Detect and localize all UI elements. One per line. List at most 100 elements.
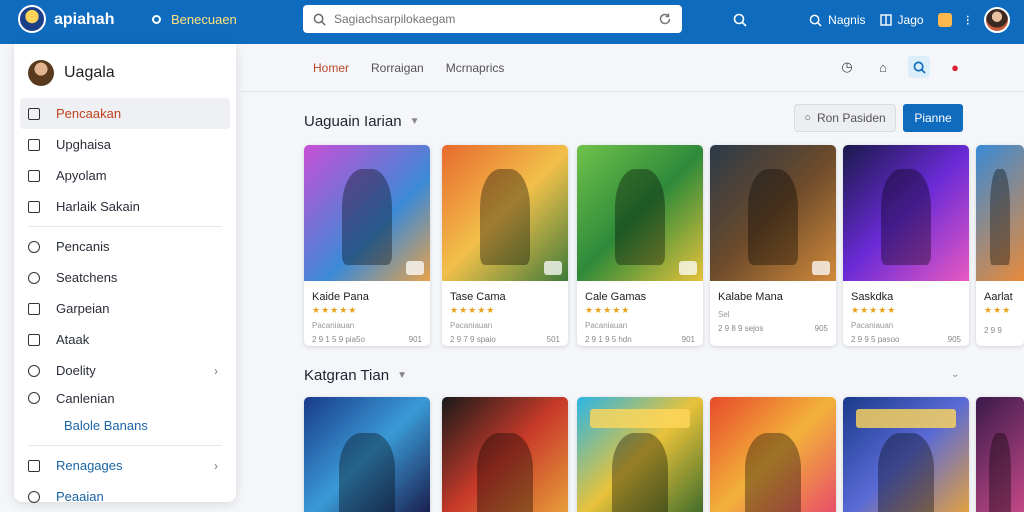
filter-button-label: Ron Pasiden xyxy=(816,111,886,125)
help-icon xyxy=(28,490,40,503)
game-card-cover[interactable] xyxy=(976,397,1024,512)
folder-icon xyxy=(28,138,40,151)
top-nav-link[interactable]: Benecuaen xyxy=(152,12,237,27)
sidebar-item-8[interactable]: Doelity › xyxy=(14,355,236,386)
sidebar-item-label: Harlaik Sakain xyxy=(56,199,140,214)
profile-icon[interactable]: ● xyxy=(944,56,966,78)
tab-home[interactable]: Homer xyxy=(313,61,349,75)
sidebar-item-1[interactable]: Upghaisa xyxy=(14,129,236,160)
sidebar-item-6[interactable]: Garpeian xyxy=(14,293,236,324)
sidebar-item-label: Garpeian xyxy=(56,301,110,316)
top-item-nagnis[interactable]: Nagnis xyxy=(809,13,866,27)
section-title-2[interactable]: Katgran Tian ▼ xyxy=(304,367,407,384)
sidebar-item-0[interactable]: Pencaakan xyxy=(20,98,230,129)
tab-third[interactable]: Mcrnaprics xyxy=(446,61,505,75)
platform-icon xyxy=(812,261,830,275)
chevron-right-icon: › xyxy=(214,458,218,473)
game-count: 905 xyxy=(814,324,828,333)
sidebar-item-7[interactable]: Ataak xyxy=(14,324,236,355)
game-stats: 2 9 9 xyxy=(984,326,1002,335)
game-card[interactable]: Tase Cama ★★★★★ Pacaniauan 2 9 7 9 spaio… xyxy=(442,145,568,346)
top-icons: Nagnis Jago ⁝ xyxy=(733,6,1010,34)
sidebar-item-2[interactable]: Apyolam xyxy=(14,160,236,191)
filter-button[interactable]: ○ Ron Pasiden xyxy=(794,104,896,132)
game-meta: Pacaniauan xyxy=(312,321,355,330)
primary-button[interactable]: Pianne xyxy=(903,104,963,132)
notification-icon[interactable] xyxy=(937,13,952,27)
sidebar-header: Uagala xyxy=(14,44,236,98)
game-card-cover[interactable] xyxy=(577,397,703,512)
section-title-text: Uaguain Iarian xyxy=(304,113,402,130)
game-stats: 2 9 8 9 sejos xyxy=(718,324,764,333)
game-card[interactable]: Kaide Pana ★★★★★ Pacaniauan 2 9 1 5 9 pi… xyxy=(304,145,430,346)
game-title: Cale Gamas xyxy=(585,291,647,303)
game-meta: Pacaniauan xyxy=(585,321,628,330)
sidebar-item-11[interactable]: Renagages › xyxy=(14,450,236,481)
more-icon[interactable]: ⁝ xyxy=(966,12,970,29)
sidebar-item-label: Renagages xyxy=(56,458,123,473)
platform-icon xyxy=(406,261,424,275)
top-bar: apiahah Benecuaen Nagnis Jago ⁝ xyxy=(0,0,1024,44)
sidebar-item-4[interactable]: Pencanis xyxy=(14,231,236,262)
sidebar-item-label: Canlenian xyxy=(56,390,115,406)
game-cover-image xyxy=(976,145,1024,281)
top-item-label: Jago xyxy=(897,13,924,27)
tab-second[interactable]: Rorraigan xyxy=(371,61,424,75)
game-count: 901 xyxy=(408,335,422,344)
sidebar-divider xyxy=(28,226,222,227)
sidebar-item-9[interactable]: Canlenian xyxy=(14,386,236,410)
app-logo[interactable] xyxy=(18,5,46,33)
game-stats: 2 9 1 5 9 pia5o xyxy=(312,335,365,344)
location-icon xyxy=(28,271,40,284)
sidebar-item-5[interactable]: Seatchens xyxy=(14,262,236,293)
rating-stars: ★★★ xyxy=(984,305,1012,315)
game-card-cover[interactable] xyxy=(710,397,836,512)
search-icon[interactable] xyxy=(908,56,930,78)
tag-icon xyxy=(28,302,40,315)
sidebar-item-label: Upghaisa xyxy=(56,137,111,152)
section-title-1[interactable]: Uaguain Iarian ▼ xyxy=(304,113,419,130)
user-avatar[interactable] xyxy=(984,7,1010,33)
chevron-right-icon: › xyxy=(214,363,218,378)
sidebar-item-label: Apyolam xyxy=(56,168,107,183)
sidebar-item-10[interactable]: Balole Banans xyxy=(14,410,236,441)
game-card[interactable]: Saskdka ★★★★★ Pacaniauan 2 9 9 5 pasoo 90… xyxy=(843,145,969,346)
search-input[interactable] xyxy=(334,12,650,26)
rating-stars: ★★★★★ xyxy=(851,305,897,315)
game-title: Kaide Pana xyxy=(312,291,369,303)
clock-icon[interactable]: ◷ xyxy=(836,56,858,78)
sidebar-item-3[interactable]: Harlaik Sakain xyxy=(14,191,236,222)
game-card[interactable]: Kalabe Mana Sel 2 9 8 9 sejos 905 xyxy=(710,145,836,346)
game-card[interactable]: Cale Gamas ★★★★★ Pacaniauan 2 9 1 9 5 hd… xyxy=(577,145,703,346)
window-icon xyxy=(879,14,892,26)
sidebar-item-label: Peaaian xyxy=(56,489,104,504)
header-divider xyxy=(236,91,1024,92)
search-icon xyxy=(809,14,822,27)
refresh-icon[interactable] xyxy=(658,12,672,26)
circle-icon xyxy=(152,15,161,24)
avatar[interactable] xyxy=(28,60,54,86)
chevron-down-icon: ▼ xyxy=(409,116,420,127)
search-icon[interactable] xyxy=(733,13,747,27)
game-cover-image xyxy=(710,145,836,281)
game-card[interactable]: Aarlat ★★★ 2 9 9 xyxy=(976,145,1024,346)
sidebar-item-label: Pencaakan xyxy=(56,106,122,121)
main-tabs: Homer Rorraigan Mcrnaprics xyxy=(313,61,504,75)
game-card-cover[interactable] xyxy=(304,397,430,512)
home-icon xyxy=(28,107,40,120)
game-cover-image xyxy=(577,145,703,281)
chevron-down-icon[interactable]: ⌄ xyxy=(951,369,959,380)
link-icon xyxy=(28,392,40,404)
bell-icon[interactable]: ⌂ xyxy=(872,56,894,78)
game-card-cover[interactable] xyxy=(843,397,969,512)
game-title: Kalabe Mana xyxy=(718,291,783,303)
game-title: Saskdka xyxy=(851,291,894,303)
game-stats: 2 9 9 5 pasoo xyxy=(851,335,900,344)
list-icon xyxy=(28,333,40,346)
game-card-cover[interactable] xyxy=(442,397,568,512)
game-count: 901 xyxy=(681,335,695,344)
sidebar-item-12[interactable]: Peaaian xyxy=(14,481,236,512)
top-item-jago[interactable]: Jago xyxy=(879,13,924,27)
search-bar xyxy=(303,5,682,33)
star-icon xyxy=(28,364,40,377)
